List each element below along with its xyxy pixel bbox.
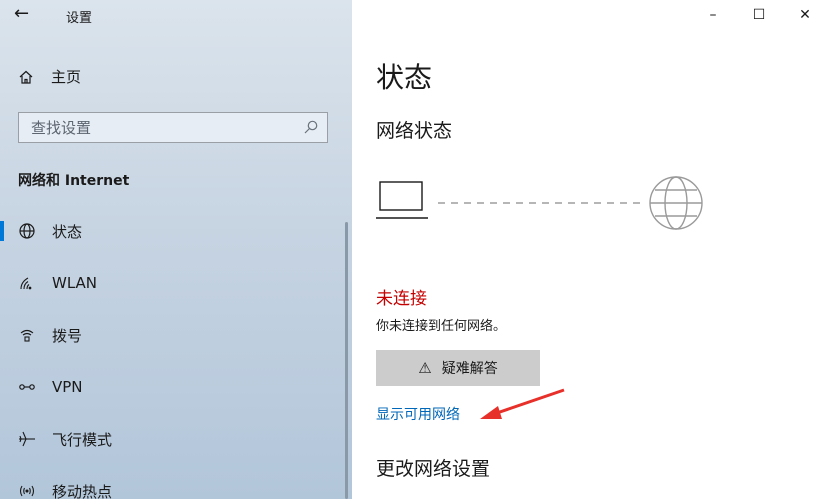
vpn-icon bbox=[18, 378, 36, 396]
airplane-icon bbox=[18, 430, 36, 448]
back-arrow-icon[interactable]: ← bbox=[14, 3, 29, 24]
sidebar-item-label: 移动热点 bbox=[52, 482, 113, 499]
sidebar-item-vpn[interactable]: VPN bbox=[0, 361, 352, 413]
sidebar-item-label: 拨号 bbox=[52, 326, 83, 345]
sidebar-item-label: 状态 bbox=[52, 222, 83, 241]
network-status-title: 网络状态 bbox=[376, 120, 453, 142]
maximize-button[interactable]: ☐ bbox=[736, 0, 782, 30]
app-title: 设置 bbox=[66, 11, 93, 26]
sidebar: ← 设置 主页 网络和 Internet 状态 bbox=[0, 0, 352, 499]
titlebar-left: ← 设置 bbox=[0, 0, 352, 32]
main-content: – ☐ ✕ 状态 网络状态 未连接 你未连接到任何网络。 ⚠ 疑难解答 显示可用… bbox=[352, 0, 828, 499]
close-button[interactable]: ✕ bbox=[782, 0, 828, 30]
change-network-settings-title: 更改网络设置 bbox=[376, 458, 491, 480]
page-title: 状态 bbox=[376, 61, 433, 94]
sidebar-item-label: VPN bbox=[52, 378, 83, 396]
sidebar-item-airplane[interactable]: 飞行模式 bbox=[0, 413, 352, 465]
connection-status: 未连接 bbox=[376, 289, 427, 309]
sidebar-item-dialup[interactable]: 拨号 bbox=[0, 309, 352, 361]
dialup-icon bbox=[18, 326, 36, 344]
internet-globe-icon bbox=[649, 176, 703, 230]
home-label: 主页 bbox=[51, 68, 82, 86]
annotation-arrow-icon bbox=[480, 388, 565, 419]
search-input[interactable] bbox=[19, 113, 301, 142]
troubleshoot-label: 疑难解答 bbox=[441, 361, 498, 377]
minimize-button[interactable]: – bbox=[690, 0, 736, 30]
show-available-networks-link[interactable]: 显示可用网络 bbox=[376, 404, 460, 424]
network-diagram bbox=[376, 176, 703, 230]
home-icon bbox=[19, 70, 33, 84]
section-title: 网络和 Internet bbox=[18, 173, 130, 189]
search-box[interactable] bbox=[18, 112, 328, 143]
sidebar-scrollbar[interactable] bbox=[345, 222, 348, 499]
laptop-icon bbox=[376, 181, 428, 219]
sidebar-nav: 状态 WLAN 拨号 VPN 飞行模式 移动热点 bbox=[0, 205, 352, 499]
sidebar-item-label: 飞行模式 bbox=[52, 430, 113, 449]
sidebar-item-home[interactable]: 主页 bbox=[18, 66, 81, 87]
troubleshoot-button[interactable]: ⚠ 疑难解答 bbox=[376, 350, 540, 386]
sidebar-item-status[interactable]: 状态 bbox=[0, 205, 352, 257]
hotspot-icon bbox=[18, 482, 36, 499]
sidebar-item-label: WLAN bbox=[52, 274, 98, 292]
search-icon[interactable] bbox=[303, 119, 319, 135]
connection-description: 你未连接到任何网络。 bbox=[376, 319, 507, 334]
warning-icon: ⚠ bbox=[418, 359, 432, 377]
window-controls: – ☐ ✕ bbox=[690, 0, 828, 30]
globe-icon bbox=[18, 222, 36, 240]
wifi-icon bbox=[18, 274, 36, 292]
sidebar-item-hotspot[interactable]: 移动热点 bbox=[0, 465, 352, 499]
sidebar-item-wlan[interactable]: WLAN bbox=[0, 257, 352, 309]
